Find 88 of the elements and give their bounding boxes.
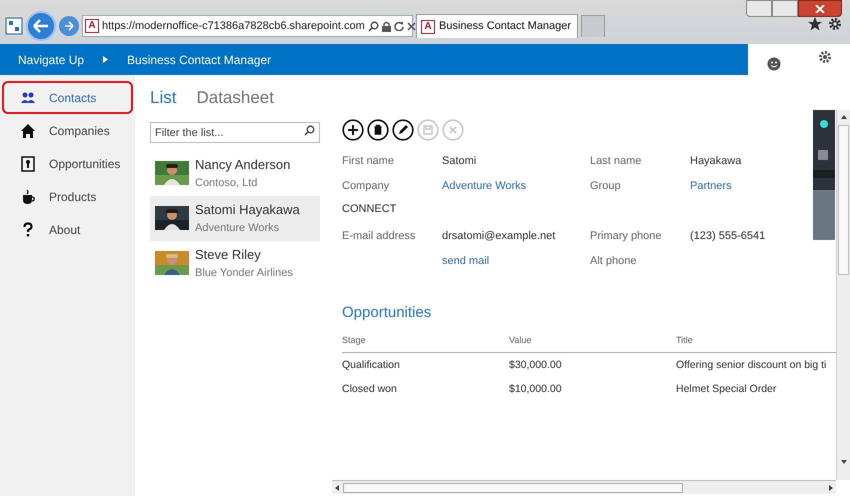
scroll-up-icon[interactable] [840,115,846,119]
field-label: Alt phone [590,254,636,266]
sidebar-item[interactable]: Opportunities [2,147,133,180]
close-icon [442,119,464,141]
sidebar-item[interactable]: Products [2,180,133,213]
sidebar-item[interactable]: About [2,213,133,246]
contact-name: Steve Riley [195,246,262,264]
table-cell-text: Qualification [342,358,401,373]
forward-arrow-icon [64,21,74,31]
sidebar-item[interactable]: Contacts [2,81,133,114]
pencil-button[interactable] [392,119,414,141]
section-heading: CONNECT [342,202,396,218]
vertical-scrollbar[interactable] [836,110,850,480]
smiley-icon[interactable] [766,56,780,70]
back-arrow-icon [33,19,49,33]
keyhole-icon [20,156,36,172]
contact-name: Satomi Hayakawa [195,201,300,219]
back-button[interactable] [26,11,56,41]
pencil-icon [392,119,414,141]
trash-button[interactable] [367,119,389,141]
sidebar-item[interactable]: Companies [2,114,133,147]
contact-company: Adventure Works [195,220,280,236]
minimize-icon[interactable] [746,0,772,17]
url-text: https://modernoffice-c71386a7828cb6.sharepoint.com [102,18,365,34]
table-cell-text: Offering senior discount on big ti [676,358,828,373]
refresh-icon[interactable] [394,21,404,31]
access-icon: A [421,20,435,34]
field-value: Hayakawa [690,154,742,166]
field-value: (123) 555-6541 [690,230,766,242]
save-icon [417,119,439,141]
maximize-icon[interactable] [772,0,798,17]
settings-icon[interactable] [828,17,842,31]
view-tab[interactable]: List [150,85,176,110]
lock-icon [382,20,391,32]
field-value: drsatomi@example.net [442,230,556,242]
trash-icon [367,119,389,141]
filter-field[interactable]: Filter the list... [150,122,320,143]
contact-item[interactable]: Steve Riley Blue Yonder Airlines [150,240,320,286]
search-icon[interactable] [304,124,315,136]
scroll-left-icon[interactable] [335,484,339,490]
field-label: First name [342,154,394,166]
access-icon: A [85,19,99,33]
table-cell-text: $10,000.00 [509,382,563,397]
contact-name: Nancy Anderson [195,156,290,174]
table-cell-text: $30,000.00 [509,358,563,373]
stop-icon[interactable] [406,22,416,30]
field-label: E-mail address [342,230,416,242]
field-label: Last name [590,154,642,166]
cup-icon [20,188,36,204]
breadcrumb-link[interactable]: Business Contact Manager [127,50,272,68]
field-link[interactable]: Adventure Works [442,180,526,192]
add-button[interactable] [342,119,364,141]
chevron-right-icon [103,56,108,63]
table-cell-text: Closed won [342,382,398,397]
column-header: Value [509,334,532,347]
settings-icon[interactable] [818,50,832,64]
add-icon [342,119,364,141]
browser-tab[interactable]: A Business Contact Manager [416,14,578,38]
search-icon[interactable] [368,20,379,32]
people-icon [20,90,36,106]
breadcrumb-link[interactable]: Navigate Up [18,50,84,68]
horizontal-scrollbar[interactable] [332,480,836,494]
page-icon[interactable] [5,17,23,35]
contact-item[interactable]: Satomi Hayakawa Adventure Works [150,196,320,240]
section-title: Opportunities [342,304,432,321]
forward-button[interactable] [59,16,79,36]
star-icon[interactable] [808,17,822,31]
view-tab[interactable]: Datasheet [196,85,274,110]
field-value: Satomi [442,154,476,166]
scroll-right-icon[interactable] [829,484,833,490]
column-header: Stage [342,334,367,347]
field-link[interactable]: send mail [442,254,490,266]
field-link[interactable]: Partners [690,180,732,192]
contact-item[interactable]: Nancy Anderson Contoso, Ltd [150,150,320,196]
scrollbar-thumb[interactable] [343,482,683,492]
close-icon[interactable] [798,0,842,17]
field-label: Company [342,180,390,192]
house-icon [20,122,36,138]
scroll-down-icon[interactable] [840,460,846,464]
column-header: Title [676,334,694,347]
contact-company: Contoso, Ltd [195,176,258,190]
scrollbar-thumb[interactable] [838,125,849,275]
contact-company: Blue Yonder Airlines [195,266,293,280]
address-bar[interactable]: A https://modernoffice-c71386a7828cb6.sharepoint.com [82,15,413,37]
table-cell-text: Helmet Special Order [676,382,778,397]
field-label: Group [590,180,621,192]
field-label: Primary phone [590,230,662,242]
tab-title: Business Contact Manager [439,19,572,34]
